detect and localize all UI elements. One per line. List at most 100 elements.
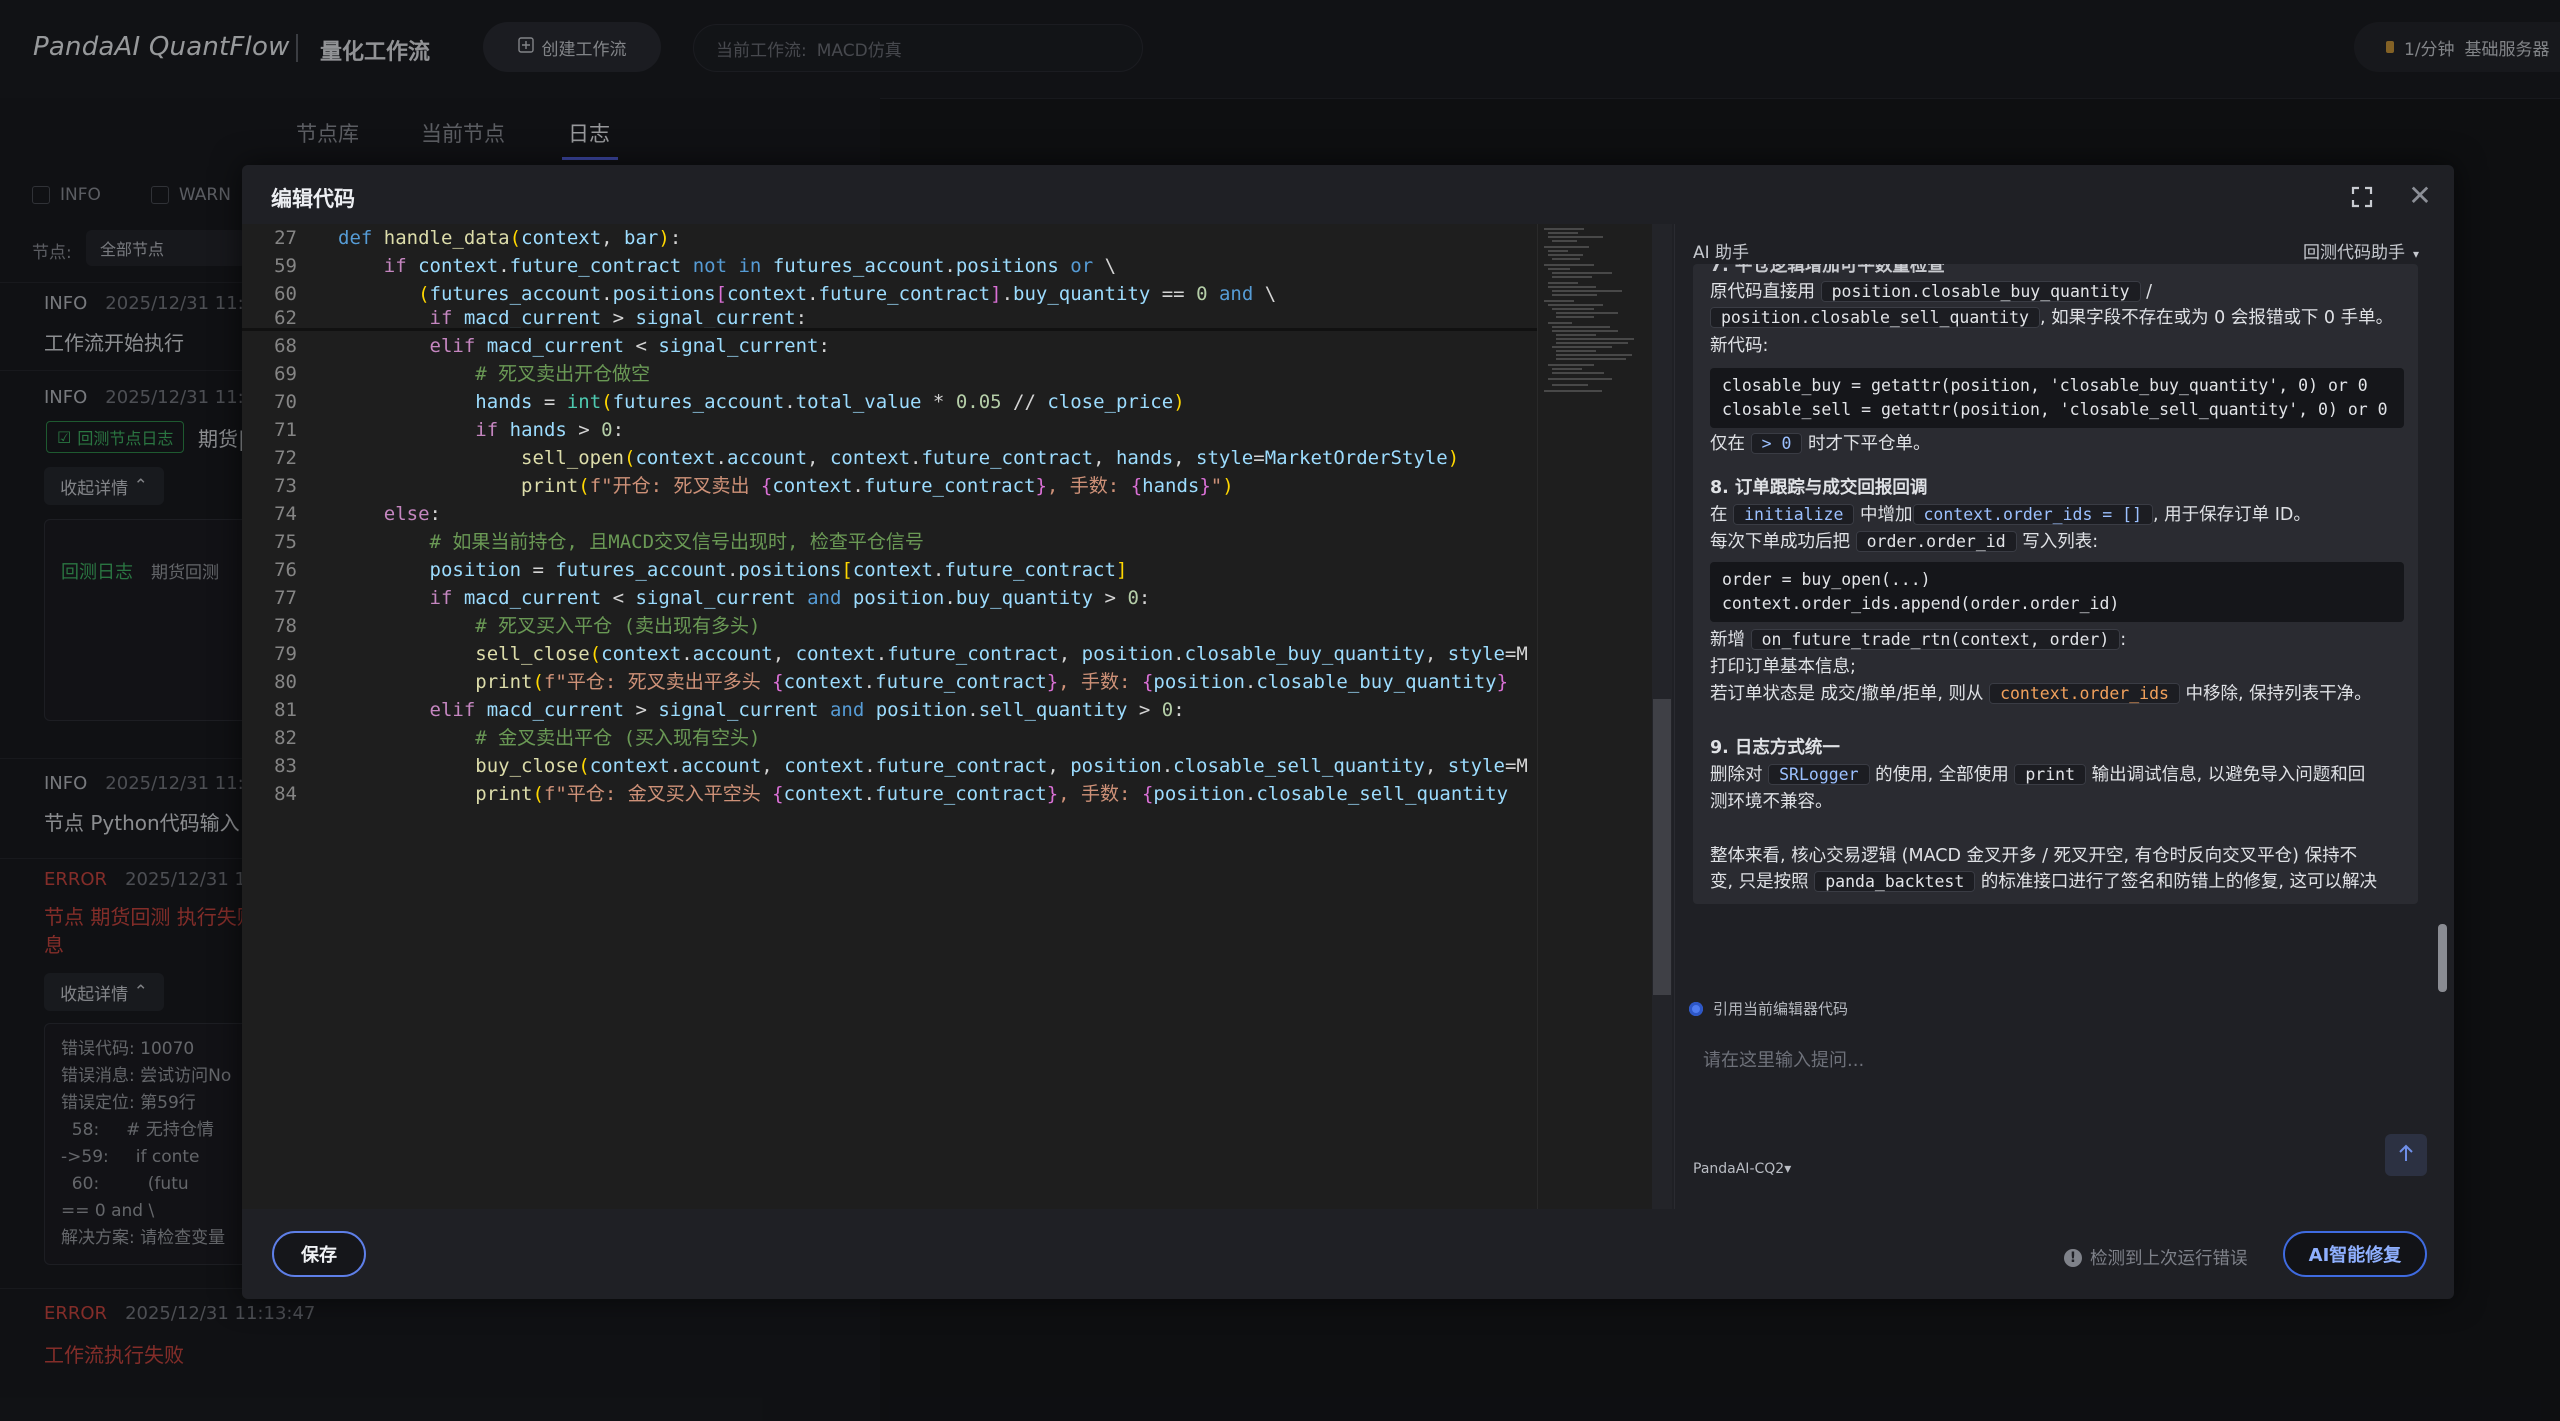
line-number: 70 (274, 391, 297, 413)
code-block-line: closable_sell = getattr(position, 'closa… (1722, 398, 2392, 422)
line-number: 74 (274, 503, 297, 525)
text: 新增 (1710, 630, 1745, 650)
ai-code-block: order = buy_open(...) context.order_ids.a… (1710, 562, 2404, 622)
editor-scroll-thumb[interactable] (1653, 699, 1671, 995)
detect-label: 检测到上次运行错误 (2090, 1249, 2248, 1269)
section-heading-truncated: 7. 平仓逻辑增加可平数量检查 (1710, 264, 1945, 276)
info-icon: ! (2064, 1248, 2082, 1267)
ai-text-line: 每次下单成功后把 order.order_id 写入列表: (1710, 528, 2098, 553)
text: , 如果字段不存在或为 0 会报错或下 0 手单。 (2039, 308, 2394, 328)
line-number: 80 (274, 671, 297, 693)
text: 原代码直接用 (1710, 282, 1815, 302)
fullscreen-icon[interactable] (2350, 185, 2374, 209)
quote-label: 引用当前编辑器代码 (1713, 1000, 1849, 1018)
ai-summary-line: 整体来看, 核心交易逻辑 (MACD 金叉开多 / 死叉开空, 有仓时反向交叉平… (1710, 846, 2358, 866)
ai-assistant-panel: AI 助手 回测代码助手 ▾ 7. 平仓逻辑增加可平数量检查 原代码直接用 pos… (1674, 224, 2454, 1209)
text: / (2146, 282, 2153, 302)
text: : (2120, 630, 2127, 650)
text: 中增加 (1860, 505, 1913, 525)
save-button[interactable]: 保存 (272, 1231, 366, 1277)
text: 仅在 (1710, 434, 1745, 454)
edit-code-modal: 编辑代码 ✕ 27 def handle_data(context, bar): … (242, 165, 2454, 1299)
inline-code: position.closable_buy_quantity (1820, 281, 2141, 302)
code-editor[interactable]: 27 def handle_data(context, bar): 59 if c… (242, 224, 1653, 1209)
inline-code: order.order_id (1855, 531, 2017, 552)
line-number: 84 (274, 783, 297, 805)
ai-text-line: 原代码直接用 position.closable_buy_quantity / (1710, 278, 2152, 303)
line-number: 72 (274, 447, 297, 469)
sticky-scroll-divider (242, 328, 1537, 331)
ai-text-line: 仅在 > 0 时才下平仓单。 (1710, 430, 1930, 455)
text: 删除对 (1710, 765, 1763, 785)
line-number: 83 (274, 755, 297, 777)
text: 的标准接口进行了签名和防错上的修复, 这可以解决 (1980, 872, 2377, 892)
ai-text-line: 新增 on_future_trade_rtn(context, order): (1710, 626, 2126, 651)
section-heading: 8. 订单跟踪与成交回报回调 (1710, 478, 1928, 498)
close-icon[interactable]: ✕ (2407, 182, 2433, 210)
assistant-mode-label: 回测代码助手 (2303, 243, 2405, 263)
chevron-down-icon: ▾ (2413, 247, 2420, 261)
model-select[interactable]: PandaAI-CQ2▾ (1693, 1161, 1791, 1177)
line-number: 59 (274, 255, 297, 277)
inline-code: on_future_trade_rtn(context, order) (1750, 629, 2121, 650)
assistant-mode-select[interactable]: 回测代码助手 ▾ (2303, 238, 2419, 263)
inline-code: > 0 (1750, 433, 1803, 454)
chevron-down-icon: ▾ (1784, 1161, 1792, 1177)
ai-text-line: 在 initialize 中增加 context.order_ids = [], … (1710, 501, 2311, 526)
radio-icon (1689, 1001, 1703, 1016)
ai-fix-button[interactable]: AI智能修复 (2283, 1231, 2427, 1277)
modal-title: 编辑代码 (271, 187, 355, 211)
ai-question-input[interactable]: 请在这里输入提问... (1703, 1046, 1864, 1072)
line-number: 78 (274, 615, 297, 637)
line-number: 81 (274, 699, 297, 721)
ai-message: 7. 平仓逻辑增加可平数量检查 原代码直接用 position.closable… (1693, 264, 2418, 904)
line-number: 27 (274, 227, 297, 249)
text: 写入列表: (2022, 532, 2099, 552)
ai-text-line: position.closable_sell_quantity, 如果字段不存在… (1710, 304, 2393, 329)
inline-code: print (2014, 764, 2087, 785)
inline-code: context.order_ids = [] (1912, 504, 2154, 525)
ai-text-line: 测环境不兼容。 (1710, 792, 1833, 812)
code-block-line: order = buy_open(...) (1722, 570, 1931, 589)
text: 的使用, 全部使用 (1875, 765, 2009, 785)
line-number: 79 (274, 643, 297, 665)
last-run-error-notice: ! 检测到上次运行错误 (2064, 1245, 2248, 1270)
line-number: 68 (274, 335, 297, 357)
inline-code: panda_backtest (1814, 871, 1976, 892)
code-text: closable_buy = getattr(position, 'closab… (1722, 376, 2368, 395)
model-label: PandaAI-CQ2 (1693, 1161, 1785, 1177)
line-number: 75 (274, 531, 297, 553)
section-heading: 9. 日志方式统一 (1710, 738, 1840, 758)
line-number: 77 (274, 587, 297, 609)
text: 每次下单成功后把 (1710, 532, 1850, 552)
inline-code: initialize (1733, 504, 1855, 525)
line-number: 71 (274, 419, 297, 441)
text: 时才下平仓单。 (1807, 434, 1931, 454)
text: 输出调试信息, 以避免导入问题和回 (2091, 765, 2366, 785)
ai-text-line: 打印订单基本信息; (1710, 657, 1856, 677)
ai-scroll-thumb[interactable] (2438, 924, 2447, 992)
code-text: closable_sell = getattr(position, 'closa… (1722, 400, 2388, 419)
inline-code: SRLogger (1768, 764, 1870, 785)
ai-text-line: 若订单状态是 成交/撤单/拒单, 则从 context.order_ids 中移… (1710, 680, 2372, 705)
ai-text-line: 删除对 SRLogger 的使用, 全部使用 print 输出调试信息, 以避免… (1710, 761, 2365, 786)
code-minimap[interactable] (1537, 224, 1653, 1209)
code-block-line: closable_buy = getattr(position, 'closab… (1722, 374, 2392, 398)
text: 变, 只是按照 (1710, 872, 1809, 892)
ai-panel-title: AI 助手 (1693, 243, 1750, 263)
send-button[interactable] (2385, 1134, 2427, 1176)
inline-code: position.closable_sell_quantity (1710, 307, 2040, 328)
line-number: 82 (274, 727, 297, 749)
ai-summary-line: 变, 只是按照 panda_backtest 的标准接口进行了签名和防错上的修复… (1710, 868, 2377, 893)
ai-text-line: 新代码: (1710, 336, 1769, 356)
inline-code: context.order_ids (1989, 683, 2180, 704)
text: 中移除, 保持列表干净。 (2185, 684, 2372, 704)
quote-editor-toggle[interactable]: 引用当前编辑器代码 (1689, 998, 1848, 1019)
arrow-up-icon (2397, 1143, 2415, 1167)
ai-code-block: closable_buy = getattr(position, 'closab… (1710, 368, 2404, 428)
text: 若订单状态是 成交/撤单/拒单, 则从 (1710, 684, 1984, 704)
code-block-line: context.order_ids.append(order.order_id) (1722, 594, 2120, 613)
text: , 用于保存订单 ID。 (2153, 505, 2311, 525)
line-number: 69 (274, 363, 297, 385)
text: 在 (1710, 505, 1728, 525)
